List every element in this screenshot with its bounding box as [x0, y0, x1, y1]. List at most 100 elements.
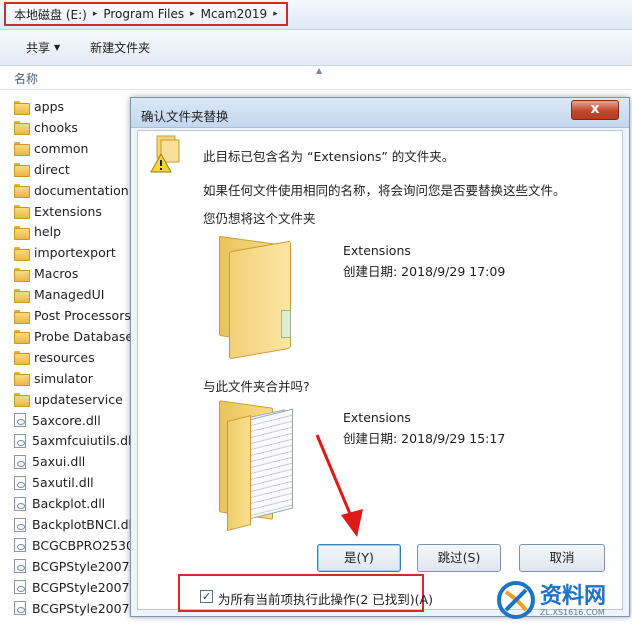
file-name: documentation — [34, 182, 129, 198]
folder-icon — [14, 330, 30, 345]
file-row[interactable]: ManagedUI — [14, 284, 104, 305]
file-name: BCGPStyle2007O — [32, 600, 140, 616]
breadcrumb-mcam2019[interactable]: Mcam2019 — [201, 7, 268, 21]
watermark: 资料网 ZL.XS1616.COM — [496, 578, 630, 624]
dll-file-icon — [14, 538, 26, 553]
breadcrumb-drive[interactable]: 本地磁盘 (E:) — [14, 6, 87, 23]
file-row[interactable]: BackplotBNCI.dll — [14, 514, 136, 535]
breadcrumb-program-files[interactable]: Program Files — [103, 7, 184, 21]
dll-file-icon — [14, 454, 26, 469]
dll-file-icon — [14, 433, 26, 448]
breadcrumb-chevron-icon[interactable]: ▸ — [190, 9, 195, 19]
file-row[interactable]: importexport — [14, 242, 116, 263]
dialog-message: 此目标已包含名为 “Extensions” 的文件夹。 — [203, 149, 455, 164]
breadcrumb-chevron-icon[interactable]: ▸ — [273, 9, 278, 19]
file-row[interactable]: chooks — [14, 117, 78, 138]
folder-icon — [14, 205, 30, 219]
file-list-header: 名称 ▲ — [0, 66, 632, 90]
file-name: apps — [34, 99, 65, 114]
watermark-text: 资料网 — [540, 584, 607, 609]
close-button[interactable]: x — [571, 100, 619, 120]
folder-icon — [14, 267, 30, 282]
close-icon: x — [590, 101, 600, 117]
yes-button[interactable]: 是(Y) — [317, 544, 401, 572]
apply-to-all-checkbox-row[interactable]: ✓ 为所有当前项执行此操作(2 已找到)(A) — [178, 574, 433, 612]
file-row[interactable]: common — [14, 138, 88, 159]
file-row[interactable]: 5axcore.dll — [14, 410, 101, 431]
folder-icon — [14, 184, 30, 199]
toolbar: 共享 ▼ 新建文件夹 — [0, 30, 632, 66]
source-folder-icon — [219, 400, 301, 531]
file-row[interactable]: BCGPStyle2007Lu — [14, 577, 144, 598]
folder-icon — [14, 372, 30, 387]
file-name: 5axutil.dll — [32, 475, 94, 491]
file-row[interactable]: BCGPStyle2007Ac — [14, 556, 145, 577]
file-name: Post Processors — [34, 308, 131, 323]
folder-warning-icon — [150, 135, 180, 173]
new-folder-label: 新建文件夹 — [90, 41, 151, 55]
file-row[interactable]: Post Processors — [14, 305, 131, 326]
apply-to-all-checkbox[interactable]: ✓ — [200, 590, 213, 603]
file-name: ManagedUI — [34, 287, 105, 303]
annotation-arrow-icon — [315, 434, 363, 537]
dll-file-icon — [14, 413, 26, 427]
file-name: direct — [34, 161, 70, 177]
keep-prompt: 您仍想将这个文件夹 — [203, 211, 316, 226]
file-row[interactable]: Macros — [14, 263, 78, 284]
share-button[interactable]: 共享 ▼ — [26, 39, 60, 56]
folder-icon — [14, 100, 30, 115]
address-bar[interactable]: 本地磁盘 (E:) ▸ Program Files ▸ Mcam2019 ▸ — [0, 0, 632, 30]
file-row[interactable]: resources — [14, 347, 95, 368]
file-row[interactable]: Backplot.dll — [14, 493, 105, 514]
file-name: 5axui.dll — [32, 454, 86, 470]
breadcrumb[interactable]: 本地磁盘 (E:) ▸ Program Files ▸ Mcam2019 ▸ — [4, 2, 288, 26]
file-name: Macros — [34, 266, 79, 282]
breadcrumb-chevron-icon[interactable]: ▸ — [93, 9, 98, 19]
file-row[interactable]: 5axmfcuiutils.dll — [14, 430, 135, 451]
column-name-header[interactable]: 名称 — [14, 70, 38, 87]
folder-icon — [14, 288, 30, 303]
file-row[interactable]: direct — [14, 159, 70, 180]
dialog-explanation: 如果任何文件使用相同的名称，将会询问您是否要替换这些文件。 — [203, 183, 566, 198]
sort-up-icon: ▲ — [316, 66, 323, 75]
file-name: simulator — [34, 370, 93, 386]
target-folder-name: Extensions — [343, 243, 411, 258]
file-row[interactable]: BCGCBPRO2530u — [14, 535, 142, 556]
file-row[interactable]: Extensions — [14, 201, 102, 222]
dropdown-arrow-icon: ▼ — [54, 43, 61, 52]
source-folder-name: Extensions — [343, 410, 411, 425]
apply-to-all-label[interactable]: 为所有当前项执行此操作(2 已找到)(A) — [218, 589, 433, 608]
file-name: chooks — [34, 119, 78, 135]
file-row[interactable]: apps — [14, 96, 64, 117]
file-row[interactable]: simulator — [14, 368, 93, 389]
watermark-logo-icon — [497, 581, 535, 619]
share-label: 共享 — [26, 41, 51, 55]
dialog-title-bar[interactable]: 确认文件夹替换 x — [131, 98, 629, 128]
file-name: common — [34, 140, 89, 156]
file-row[interactable]: BCGPStyle2007O — [14, 598, 139, 619]
file-name: Backplot.dll — [32, 496, 106, 512]
file-name: BCGPStyle2007Ac — [32, 558, 145, 574]
file-name: help — [34, 224, 62, 240]
file-name: Extensions — [34, 203, 102, 219]
file-row[interactable]: documentation — [14, 180, 129, 201]
dialog-title: 确认文件夹替换 — [141, 109, 229, 124]
file-name: 5axmfcuiutils.dll — [32, 433, 135, 449]
file-name: importexport — [34, 245, 116, 261]
file-row[interactable]: updateservice — [14, 389, 123, 410]
dll-file-icon — [14, 517, 26, 532]
file-name: updateservice — [34, 391, 123, 407]
new-folder-button[interactable]: 新建文件夹 — [90, 39, 150, 56]
cancel-button[interactable]: 取消 — [519, 544, 605, 572]
dll-file-icon — [14, 496, 26, 511]
dll-file-icon — [14, 601, 26, 616]
file-row[interactable]: 5axutil.dll — [14, 472, 94, 493]
file-name: BCGCBPRO2530u — [32, 537, 142, 553]
folder-icon — [14, 309, 30, 324]
file-row[interactable]: Probe Database — [14, 326, 133, 347]
target-folder-icon — [219, 235, 301, 360]
skip-button[interactable]: 跳过(S) — [417, 544, 501, 572]
file-row[interactable]: 5axui.dll — [14, 451, 85, 472]
file-row[interactable]: help — [14, 221, 61, 242]
folder-icon — [14, 225, 30, 240]
